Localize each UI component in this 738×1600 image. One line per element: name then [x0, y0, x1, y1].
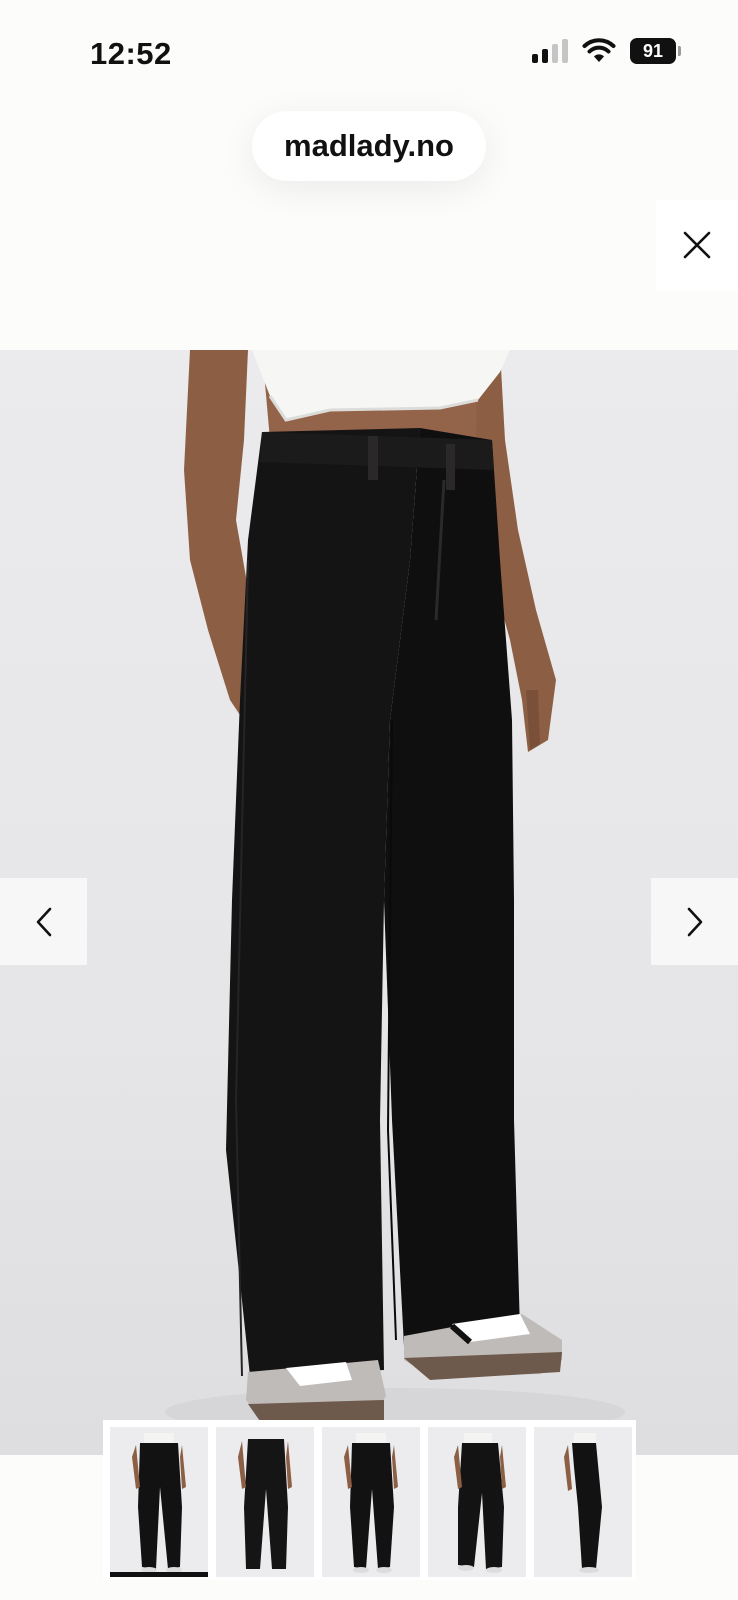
next-image-button[interactable] [651, 878, 738, 965]
thumbnail-1[interactable] [110, 1427, 208, 1577]
thumbnail-2[interactable] [216, 1427, 314, 1577]
chevron-left-icon [36, 907, 51, 936]
status-icons: 91 [532, 38, 681, 64]
chevron-right-icon [687, 907, 702, 936]
close-icon [683, 231, 711, 259]
url-text: madlady.no [284, 128, 454, 163]
prev-image-button[interactable] [0, 878, 87, 965]
thumbnail-photo [454, 1433, 506, 1573]
status-time: 12:52 [90, 36, 172, 71]
thumbnail-photo [132, 1433, 186, 1573]
battery-level: 91 [642, 40, 664, 61]
wifi-icon [582, 38, 616, 62]
thumbnail-5[interactable] [534, 1427, 632, 1577]
thumbnail-photo [564, 1433, 602, 1573]
thumbnail-strip [103, 1420, 636, 1580]
signal-icon [532, 39, 568, 63]
thumbnail-4[interactable] [428, 1427, 526, 1577]
url-bar[interactable]: madlady.no [252, 111, 486, 181]
thumbnail-3[interactable] [322, 1427, 420, 1577]
close-button[interactable] [656, 200, 738, 290]
thumbnail-photo [344, 1433, 398, 1573]
product-image[interactable] [0, 350, 738, 1455]
product-photo [165, 350, 625, 1436]
battery-icon: 91 [630, 38, 681, 64]
thumbnail-photo [238, 1439, 292, 1569]
screen: 12:52 91 madlady.no [0, 0, 738, 1600]
